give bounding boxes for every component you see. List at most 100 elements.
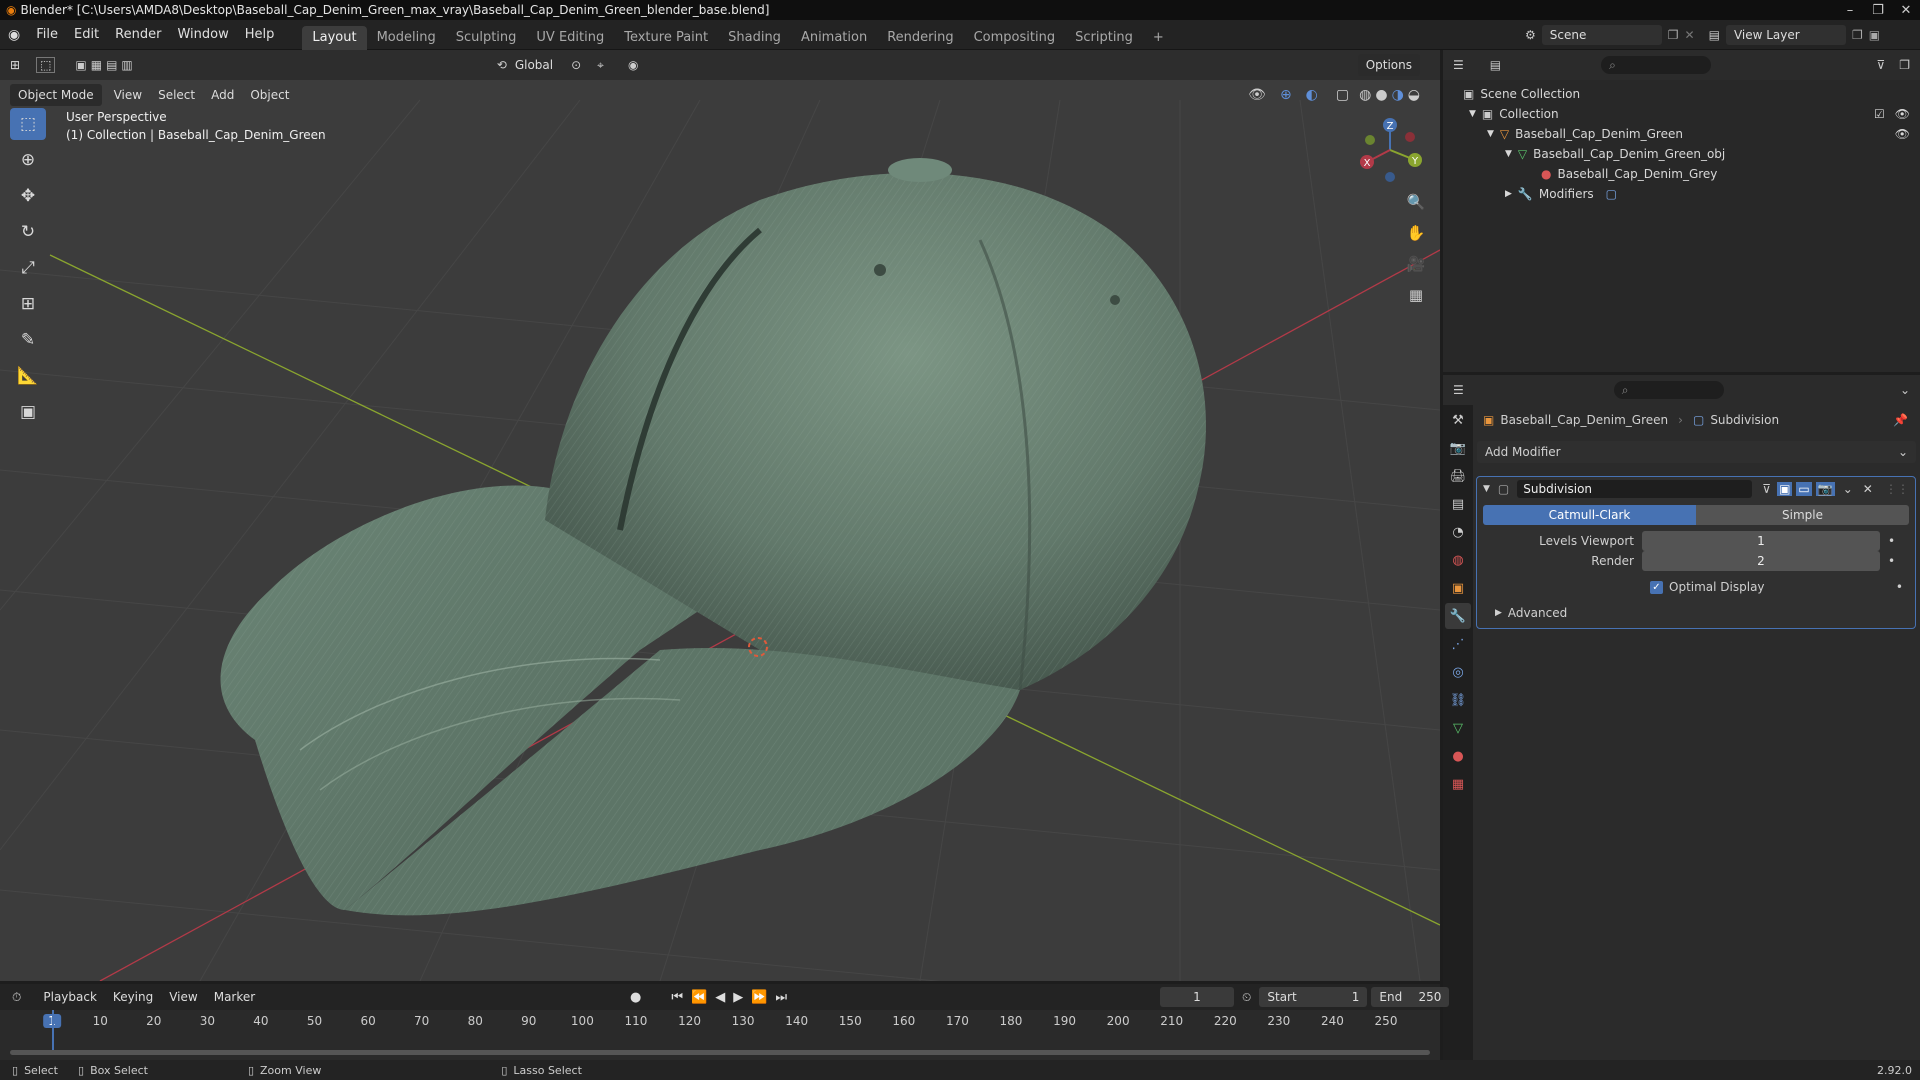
jump-end-icon[interactable]: ⏭ (775, 990, 787, 1005)
delete-scene-icon[interactable]: ✕ (1685, 28, 1695, 42)
transform-tool-icon[interactable]: ⊞ (10, 288, 46, 320)
physics-tab-icon[interactable]: ◎ (1445, 659, 1471, 685)
edit-mode-toggle-icon[interactable]: ⊽ (1762, 482, 1771, 496)
editmode-display-icon[interactable]: ▣ (1777, 482, 1793, 496)
transform-orientation-select[interactable]: Global (507, 58, 561, 72)
wireframe-shading-icon[interactable]: ◍ (1359, 87, 1371, 103)
view-layer-tab-icon[interactable]: ▤ (1445, 491, 1471, 517)
viewport-menu-view[interactable]: View (106, 88, 150, 102)
tab-modeling[interactable]: Modeling (367, 26, 446, 50)
output-tab-icon[interactable]: 🖨 (1445, 463, 1471, 489)
options-dropdown[interactable]: Options (1357, 54, 1420, 76)
current-frame-field[interactable]: 1 (1160, 987, 1234, 1007)
collapse-panel-icon[interactable]: ▼ (1483, 484, 1490, 494)
zoom-icon[interactable]: 🔍 (1402, 188, 1430, 216)
object-mode-select[interactable]: Object Mode (10, 84, 102, 106)
play-icon[interactable]: ▶ (733, 990, 743, 1005)
material-shading-icon[interactable]: ◑ (1392, 87, 1404, 103)
outliner-search-input[interactable]: ⌕ (1601, 56, 1712, 74)
view-layer-selector[interactable]: View Layer (1725, 25, 1846, 45)
scene-tab-icon[interactable]: ◔ (1445, 519, 1471, 545)
keyframe-dot-icon[interactable]: • (1888, 534, 1895, 548)
menu-render[interactable]: Render (107, 20, 169, 50)
outliner-row-scene-collection[interactable]: ▣ Scene Collection (1443, 84, 1920, 104)
xray-icon[interactable]: ▢ (1336, 87, 1349, 103)
properties-editor-icon[interactable]: ☰ (1453, 383, 1464, 397)
end-frame-field[interactable]: End 250 (1371, 987, 1450, 1007)
material-tab-icon[interactable]: ● (1445, 743, 1471, 769)
snap-icon[interactable]: ⌖ (597, 58, 604, 73)
tab-layout[interactable]: Layout (302, 25, 367, 50)
viewport-menu-object[interactable]: Object (242, 88, 297, 102)
overlay-toggle-icon[interactable]: ◐ (1306, 87, 1318, 103)
blender-menu-icon[interactable]: ◉ (0, 27, 28, 43)
render-tab-icon[interactable]: 📷 (1445, 435, 1471, 461)
tab-shading[interactable]: Shading (718, 26, 791, 50)
3d-viewport[interactable]: Z Y X (0, 50, 1440, 981)
select-box-tool-icon[interactable]: ⬚ (10, 108, 46, 140)
modifier-name-field[interactable]: Subdivision (1517, 480, 1753, 498)
maximize-button[interactable]: ❐ (1864, 3, 1892, 18)
render-display-icon[interactable]: 📷 (1815, 482, 1835, 496)
visibility-icon[interactable]: 👁 (1248, 87, 1266, 103)
filter-icon[interactable]: ⊽ (1876, 58, 1885, 72)
properties-options-icon[interactable]: ⌄ (1900, 383, 1910, 397)
pan-hand-icon[interactable]: ✋ (1402, 219, 1430, 247)
properties-search-input[interactable]: ⌕ (1613, 381, 1724, 399)
advanced-subpanel[interactable]: ▶ Advanced (1477, 603, 1915, 623)
tab-animation[interactable]: Animation (791, 26, 877, 50)
add-modifier-button[interactable]: Add Modifier ⌄ (1477, 441, 1916, 463)
tab-sculpting[interactable]: Sculpting (446, 26, 527, 50)
timeline-menu-view[interactable]: View (161, 990, 205, 1004)
menu-window[interactable]: Window (169, 20, 236, 50)
cursor-tool-icon[interactable]: ⊕ (10, 144, 46, 176)
constraints-tab-icon[interactable]: ⛓ (1445, 687, 1471, 713)
timeline-panel[interactable]: 1102030405060708090100110120130140150160… (0, 1010, 1440, 1060)
measure-tool-icon[interactable]: 📐 (10, 360, 46, 392)
playhead[interactable] (52, 1010, 54, 1050)
menu-help[interactable]: Help (237, 20, 283, 50)
keyframe-dot-icon[interactable]: • (1888, 554, 1895, 568)
timeline-scrollbar[interactable] (10, 1050, 1430, 1055)
timeline-menu-playback[interactable]: Playback (35, 990, 105, 1004)
move-tool-icon[interactable]: ✥ (10, 180, 46, 212)
render-levels-field[interactable]: 2 (1642, 551, 1880, 571)
record-keyframe-icon[interactable]: ● (630, 990, 641, 1005)
object-visibility-eye-icon[interactable]: 👁 (1895, 124, 1910, 144)
pivot-point-icon[interactable]: ⊙ (571, 58, 581, 72)
navigation-gizmo[interactable]: Z Y X (1355, 115, 1425, 185)
timeline-menu-marker[interactable]: Marker (206, 990, 263, 1004)
expand-arrow-icon[interactable]: ▼ (1469, 104, 1476, 124)
timeline-editor-icon[interactable]: ⏱ (12, 990, 21, 1005)
scene-icon[interactable]: ⚙ (1525, 28, 1536, 42)
menu-file[interactable]: File (28, 20, 66, 50)
proportional-edit-icon[interactable]: ◉ (628, 58, 638, 72)
object-tab-icon[interactable]: ▣ (1445, 575, 1471, 601)
tweak-tool-icon[interactable]: ⬚ (36, 57, 56, 73)
add-workspace-button[interactable]: + (1143, 26, 1174, 50)
outliner-row-modifiers[interactable]: ▶ 🔧 Modifiers ▢ (1443, 184, 1920, 204)
pin-icon[interactable]: 📌 (1893, 413, 1908, 427)
outliner-row-mesh[interactable]: ▼ ▽ Baseball_Cap_Denim_Green_obj (1443, 144, 1920, 164)
scale-tool-icon[interactable]: ⤢ (10, 252, 46, 284)
ortho-grid-icon[interactable]: ▦ (1402, 281, 1430, 309)
optimal-display-checkbox[interactable]: ✓ (1650, 580, 1663, 594)
expand-arrow-icon[interactable]: ▼ (1505, 144, 1512, 164)
catmull-clark-option[interactable]: Catmull-Clark (1483, 505, 1696, 525)
solid-shading-icon[interactable]: ● (1375, 87, 1387, 103)
new-view-layer-icon[interactable]: ❐ (1852, 28, 1863, 42)
rotate-tool-icon[interactable]: ↻ (10, 216, 46, 248)
remove-modifier-icon[interactable]: ✕ (1863, 482, 1873, 496)
start-frame-field[interactable]: Start 1 (1259, 987, 1368, 1007)
expand-advanced-icon[interactable]: ▶ (1495, 608, 1502, 618)
play-reverse-icon[interactable]: ◀ (715, 990, 725, 1005)
tab-rendering[interactable]: Rendering (877, 26, 963, 50)
visibility-eye-icon[interactable]: 👁 (1895, 104, 1910, 124)
scene-selector[interactable]: Scene (1541, 25, 1662, 45)
tab-scripting[interactable]: Scripting (1065, 26, 1143, 50)
annotate-tool-icon[interactable]: ✎ (10, 324, 46, 356)
tab-texture-paint[interactable]: Texture Paint (614, 26, 718, 50)
add-cube-tool-icon[interactable]: ▣ (10, 396, 46, 428)
modifier-menu-chevron-icon[interactable]: ⌄ (1843, 482, 1853, 496)
new-collection-icon[interactable]: ❐ (1899, 58, 1910, 72)
